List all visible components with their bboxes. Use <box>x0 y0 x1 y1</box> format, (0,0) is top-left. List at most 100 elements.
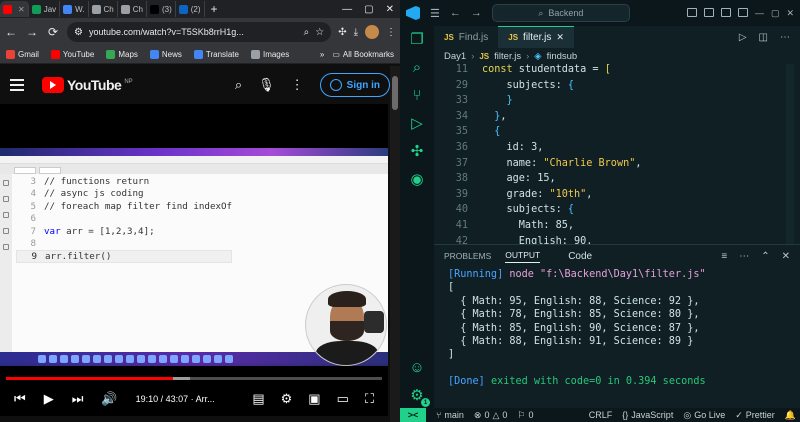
close-icon[interactable]: ✕ <box>386 4 394 15</box>
captions-icon[interactable]: ▤ <box>252 391 264 407</box>
output-channel-select[interactable]: Code <box>568 251 592 262</box>
theater-mode-icon[interactable]: ▭ <box>337 391 349 407</box>
forward-icon[interactable]: → <box>25 25 39 39</box>
layout-icon[interactable] <box>686 7 697 17</box>
extensions-icon[interactable]: ✣ <box>338 27 346 38</box>
close-panel-icon[interactable]: ✕ <box>782 251 790 262</box>
bookmark-maps[interactable]: Maps <box>106 50 138 59</box>
prettier-status[interactable]: ✓ Prettier <box>735 410 775 421</box>
fullscreen-icon[interactable]: ⛶ <box>365 391 374 407</box>
bookmark-news[interactable]: News <box>149 50 182 59</box>
page-scrollbar[interactable] <box>390 66 400 422</box>
minimize-icon[interactable]: — <box>342 4 352 15</box>
branch-status[interactable]: ⑂ main <box>436 410 464 420</box>
search-icon[interactable]: ⌕ <box>235 77 242 93</box>
embedded-code-line: 9 arr.filter() <box>16 250 233 263</box>
search-icon[interactable]: ⌕ <box>408 58 426 76</box>
breadcrumb-item[interactable]: filter.js <box>494 51 521 62</box>
layout-icon[interactable] <box>703 7 714 17</box>
tab-problems[interactable]: PROBLEMS <box>444 251 491 261</box>
run-icon[interactable]: ▷ <box>739 32 747 43</box>
all-bookmarks-button[interactable]: ▭ All Bookmarks <box>332 50 394 59</box>
scrollbar-thumb[interactable] <box>392 76 398 110</box>
run-debug-icon[interactable]: ▷ <box>408 114 426 132</box>
minimize-icon[interactable]: — <box>755 8 764 19</box>
command-center-search[interactable]: ⌕ Backend <box>491 4 630 22</box>
ports-status[interactable]: ⚐ 0 <box>517 410 533 421</box>
accounts-icon[interactable]: ☺ <box>408 358 426 376</box>
new-tab-icon[interactable]: + <box>211 2 218 16</box>
video-player[interactable]: 3// functions return 4// async js coding 5… <box>0 104 388 416</box>
next-icon[interactable]: ⏭ <box>72 391 84 407</box>
progress-bar[interactable] <box>6 377 382 380</box>
layout-icon[interactable] <box>720 7 731 17</box>
code-editor[interactable]: 11 const studentdata = [29 subjects: {33 … <box>434 64 800 244</box>
maximize-icon[interactable]: ▢ <box>364 4 373 15</box>
site-info-icon[interactable]: ⚙ <box>74 27 83 38</box>
bookmark-images[interactable]: Images <box>250 50 289 59</box>
source-control-icon[interactable]: ⑂ <box>408 86 426 104</box>
browser-tab[interactable]: W. <box>60 1 89 17</box>
tab-output[interactable]: OUTPUT <box>505 250 541 263</box>
remote-icon[interactable]: ◉ <box>408 170 426 188</box>
sign-in-button[interactable]: Sign in <box>319 73 390 97</box>
problems-status[interactable]: ⊗ 0 △ 0 <box>474 410 508 421</box>
bookmark-youtube[interactable]: YouTube <box>50 50 94 59</box>
browser-tab[interactable]: Ch <box>89 1 118 17</box>
split-editor-icon[interactable]: ◫ <box>759 32 768 43</box>
chevron-up-icon[interactable]: ⌃ <box>761 251 769 262</box>
browser-tab[interactable]: (2) <box>176 1 205 17</box>
breadcrumb-item[interactable]: findsub <box>547 51 578 62</box>
breadcrumb-item[interactable]: Day1 <box>444 51 466 62</box>
more-actions-icon[interactable]: ⋯ <box>739 251 749 262</box>
reload-icon[interactable]: ⟳ <box>46 25 60 39</box>
browser-tab[interactable]: Ch <box>118 1 147 17</box>
more-actions-icon[interactable]: ⋯ <box>780 32 790 43</box>
go-live-status[interactable]: ◎ Go Live <box>683 410 725 421</box>
editor-scrollbar[interactable] <box>786 64 794 244</box>
more-bookmarks-button[interactable]: » <box>320 50 324 59</box>
manage-gear-icon[interactable]: ⚙ 1 <box>408 386 430 407</box>
notifications-icon[interactable]: 🔔 <box>785 410 796 421</box>
miniplayer-icon[interactable]: ▣ <box>308 391 320 407</box>
nav-back-icon[interactable]: ← <box>450 7 461 19</box>
back-icon[interactable]: ← <box>4 25 18 39</box>
hamburger-menu-icon[interactable] <box>10 79 24 91</box>
bookmark-translate[interactable]: Translate <box>193 50 239 59</box>
javascript-file-icon: JS <box>444 32 454 42</box>
editor-tab[interactable]: JS filter.js ✕ <box>498 26 574 48</box>
browser-tab[interactable]: ✕ <box>0 1 29 17</box>
play-icon[interactable]: ▶ <box>44 391 54 407</box>
voice-search-icon[interactable]: 🎙 <box>258 77 275 93</box>
address-bar[interactable]: ⚙ youtube.com/watch?v=T5SKb8rrH1g... ⌕ ☆ <box>67 22 332 42</box>
browser-tab[interactable]: (3) <box>147 1 176 17</box>
nav-forward-icon[interactable]: → <box>471 7 482 19</box>
error-count: 0 <box>484 410 490 420</box>
youtube-logo[interactable]: YouTube NP <box>42 77 133 93</box>
volume-icon[interactable]: 🔊 <box>101 391 117 407</box>
list-icon[interactable]: ≡ <box>721 251 727 262</box>
close-icon[interactable]: ✕ <box>786 8 794 19</box>
settings-icon[interactable]: ⚙ <box>281 391 293 407</box>
editor-tab[interactable]: JS Find.js <box>434 26 498 48</box>
maximize-icon[interactable]: ▢ <box>771 8 780 19</box>
menu-icon[interactable]: ⋮ <box>386 27 396 38</box>
layout-icon[interactable] <box>737 7 748 17</box>
explorer-icon[interactable]: ❐ <box>408 30 426 48</box>
downloads-icon[interactable]: ⤓ <box>354 27 358 38</box>
bookmark-gmail[interactable]: Gmail <box>6 50 39 59</box>
previous-icon[interactable]: ⏮ <box>14 391 26 407</box>
bookmark-star-icon[interactable]: ☆ <box>315 27 324 38</box>
close-tab-icon[interactable]: ✕ <box>556 32 564 43</box>
extensions-icon[interactable]: ✣ <box>408 142 426 160</box>
profile-avatar[interactable] <box>365 25 379 39</box>
zoom-icon[interactable]: ⌕ <box>304 27 310 38</box>
eol-status[interactable]: CRLF <box>589 410 613 421</box>
language-status[interactable]: {} JavaScript <box>622 410 673 421</box>
remote-indicator-icon[interactable]: >< <box>400 408 426 422</box>
browser-tab[interactable]: Jav <box>29 1 61 17</box>
output-log: [Running] node "f:\Backend\Day1\filter.j… <box>434 267 800 390</box>
menu-icon[interactable]: ☰ <box>430 7 440 20</box>
close-tab-icon[interactable]: ✕ <box>18 5 25 14</box>
more-options-icon[interactable]: ⋮ <box>291 77 304 93</box>
